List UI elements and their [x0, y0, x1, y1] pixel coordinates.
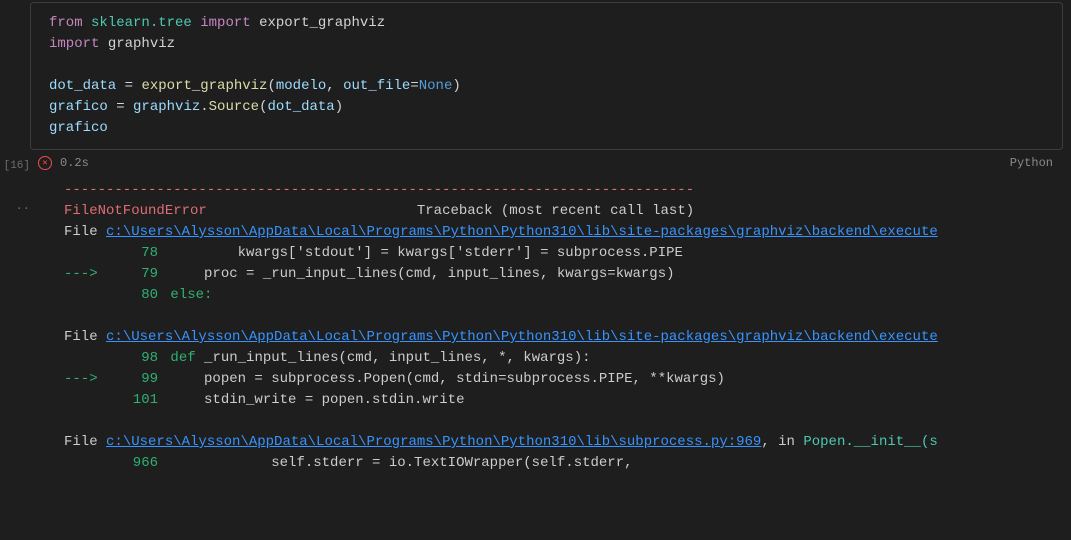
exception-name: FileNotFoundError [64, 203, 207, 219]
code-cell[interactable]: from sklearn.tree import export_graphviz… [30, 2, 1063, 150]
traceback-file-link[interactable]: c:\Users\Alysson\AppData\Local\Programs\… [106, 434, 761, 450]
traceback-file-link[interactable]: c:\Users\Alysson\AppData\Local\Programs\… [106, 224, 938, 240]
error-icon: ✕ [38, 156, 52, 170]
code-content[interactable]: from sklearn.tree import export_graphviz… [49, 13, 1044, 139]
traceback-file-link[interactable]: c:\Users\Alysson\AppData\Local\Programs\… [106, 329, 938, 345]
traceback: ----------------------------------------… [64, 180, 1071, 474]
cell-language-label[interactable]: Python [1010, 154, 1063, 172]
cell-output-indicator: .. [0, 175, 30, 215]
cell-status-bar: ✕ 0.2s Python [30, 152, 1071, 174]
cell-output: ----------------------------------------… [30, 174, 1071, 474]
execution-time: 0.2s [60, 154, 89, 172]
cell-execution-count: [16] [0, 0, 30, 175]
